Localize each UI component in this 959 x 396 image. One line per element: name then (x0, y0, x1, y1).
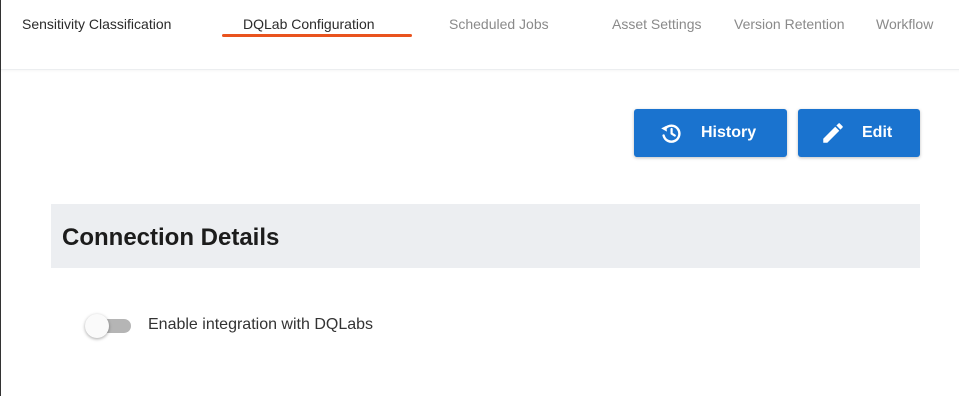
tab-workflow[interactable]: Workflow (876, 16, 933, 32)
tab-asset-settings[interactable]: Asset Settings (612, 16, 702, 32)
tab-dqlab-configuration[interactable]: DQLab Configuration (243, 16, 375, 32)
edit-label: Edit (862, 124, 893, 141)
history-button[interactable]: History (634, 109, 787, 157)
tab-version-retention[interactable]: Version Retention (734, 16, 845, 32)
settings-page: Sensitivity Classification DQLab Configu… (0, 0, 959, 396)
section-title: Connection Details (62, 224, 280, 251)
dqlabs-integration-label: Enable integration with DQLabs (148, 316, 374, 333)
tab-scheduled-jobs[interactable]: Scheduled Jobs (449, 16, 549, 32)
dqlabs-integration-toggle[interactable] (85, 314, 133, 338)
tab-bar: Sensitivity Classification DQLab Configu… (1, 0, 959, 70)
active-tab-indicator (222, 34, 412, 37)
history-icon (658, 120, 684, 146)
pencil-icon (820, 120, 846, 146)
edit-button[interactable]: Edit (798, 109, 920, 157)
tab-sensitivity-classification[interactable]: Sensitivity Classification (22, 16, 171, 32)
toggle-thumb (85, 314, 109, 338)
history-label: History (701, 124, 757, 141)
connection-details-header: Connection Details (51, 204, 920, 268)
